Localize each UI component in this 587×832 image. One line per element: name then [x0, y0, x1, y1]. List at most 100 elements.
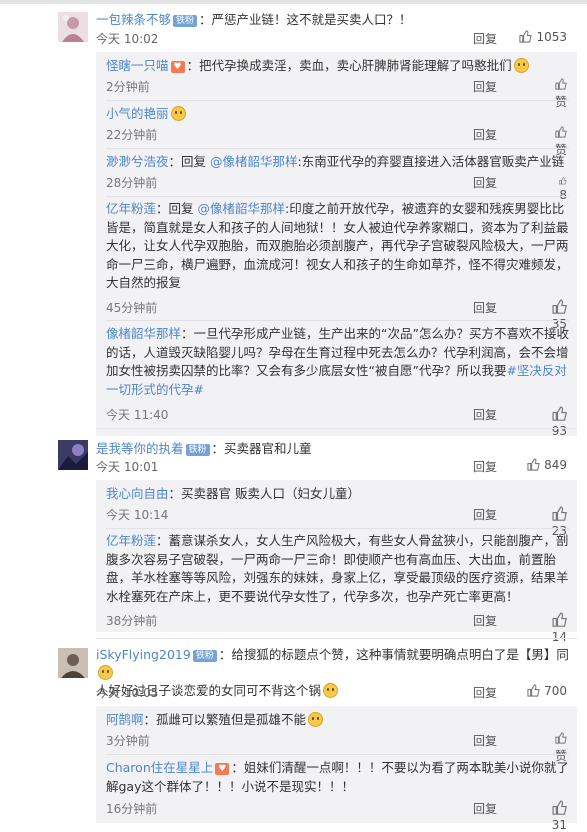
like-count: 31: [551, 818, 567, 832]
thumbs-up-icon: [552, 800, 567, 815]
reply-button[interactable]: 回复: [473, 458, 497, 475]
like-button[interactable]: 14: [552, 612, 567, 644]
reply-body: ：回复: [156, 201, 198, 216]
reply-text: 阿鹄啊：孤雌可以繁殖但是孤雄不能: [106, 711, 569, 730]
top-divider: [0, 0, 587, 4]
reply-button[interactable]: 回复: [473, 800, 497, 817]
reply-meta: 3分钟前 回复 赞: [106, 732, 577, 763]
timestamp: 今天 10:01: [96, 460, 159, 474]
reply-username[interactable]: 我心向自由: [106, 486, 169, 501]
reply-button[interactable]: 回复: [473, 78, 497, 95]
like-button[interactable]: 849: [527, 458, 567, 472]
mention-link[interactable]: @像楮韶华那样: [198, 201, 286, 216]
thumbs-up-icon: [555, 126, 567, 138]
timestamp: 45分钟前: [106, 301, 158, 315]
reply-body: ：把代孕换成卖淫，卖血，卖心肝脾肺肾能理解了吗憨批们: [186, 58, 512, 73]
reply-button[interactable]: 回复: [473, 126, 497, 143]
reply-body: ：买卖器官 贩卖人口（妇女儿童）: [168, 486, 360, 501]
reply-meta: 16分钟前 回复 31: [106, 800, 577, 832]
thumbs-up-icon: [552, 299, 567, 314]
reply-username[interactable]: 小气的艳丽: [106, 106, 169, 121]
reply-meta: 38分钟前 回复 14: [106, 612, 577, 644]
like-button[interactable]: 8: [559, 174, 567, 202]
reply-meta: 22分钟前 回复 赞: [106, 126, 577, 157]
avatar[interactable]: [58, 12, 88, 42]
thumbs-up-icon: [552, 506, 567, 521]
reply-body-cont: :东南亚代孕的弃婴直接进入活体器官贩卖产业链: [297, 154, 565, 169]
reply-button[interactable]: 回复: [473, 506, 497, 523]
reply-list: 怪瞎一只喵 ♥ ：把代孕换成卖淫，卖血，卖心肝脾肺肾能理解了吗憨批们 2分钟前 回复…: [96, 52, 577, 438]
avatar[interactable]: [58, 440, 88, 470]
reply-meta: 45分钟前 回复 35: [106, 299, 577, 331]
emoji-icon: [170, 106, 186, 121]
emoji-icon: [513, 58, 529, 73]
divider: [106, 100, 569, 101]
reply-list: 我心向自由：买卖器官 贩卖人口（妇女儿童） 今天 10:14 回复 23 亿年粉…: [96, 480, 577, 644]
timestamp: 今天 10:14: [106, 508, 169, 522]
reply-meta: 28分钟前 回复 8: [106, 174, 577, 202]
timestamp: 38分钟前: [106, 614, 158, 628]
reply-button[interactable]: 回复: [473, 406, 497, 423]
reply-body: ：蓄意谋杀女人，女人生产风险极大，有些女人骨盆狭小，只能剖腹产，剖腹多次容易子宫…: [106, 533, 569, 604]
divider: [106, 528, 569, 529]
timestamp: 16分钟前: [106, 802, 158, 816]
username[interactable]: 一包辣条不够: [96, 12, 171, 27]
comment-meta: 今天 10:01 回复 849: [96, 458, 577, 476]
divider: [106, 754, 569, 755]
like-button[interactable]: 1053: [519, 30, 567, 44]
fan-badge: 铁粉: [173, 15, 198, 27]
reply-list: 阿鹄啊：孤雌可以繁殖但是孤雄不能 3分钟前 回复 赞 Charon住在星星上 ♥：…: [96, 706, 577, 832]
reply-username[interactable]: 亿年粉莲: [106, 533, 156, 548]
divider: [106, 196, 569, 197]
divider: [106, 320, 569, 321]
comment-body: ：买卖器官和儿童: [211, 441, 312, 456]
comment-text: 是我等你的执着 铁粉 ：买卖器官和儿童: [96, 440, 577, 458]
like-button[interactable]: 31: [552, 800, 567, 832]
username[interactable]: iSkyFlying2019: [96, 647, 191, 662]
avatar[interactable]: [58, 648, 88, 678]
timestamp: 2分钟前: [106, 80, 150, 94]
comment-body: ：给搜狐的标题点个赞，这种事情就要明确点明白了是【男】同: [218, 647, 569, 662]
reply-text: 我心向自由：买卖器官 贩卖人口（妇女儿童）: [106, 485, 569, 504]
thumbs-up-icon: [527, 684, 540, 697]
reply-button[interactable]: 回复: [473, 299, 497, 316]
reply-button[interactable]: 回复: [473, 30, 497, 47]
like-count: 93: [551, 424, 567, 439]
reply-text: Charon住在星星上 ♥ ：姐妹们清醒一点啊！！！不要以为看了两本耽美小说你就了解…: [106, 759, 569, 796]
divider: [106, 148, 569, 149]
comment-meta: 今天 10:02 回复 1053: [96, 30, 577, 48]
reply-button[interactable]: 回复: [473, 732, 497, 749]
reply-username[interactable]: 像楮韶华那样: [106, 326, 181, 341]
timestamp: 今天 10:02: [96, 32, 159, 46]
thumbs-up-icon: [527, 458, 540, 471]
reply-text: 渺渺兮浩夜：回复 @像楮韶华那样:东南亚代孕的弃婴直接进入活体器官贩卖产业链: [106, 153, 569, 172]
flame-badge: ♥: [170, 61, 185, 73]
reply-username[interactable]: Charon住在星星上: [106, 760, 213, 775]
timestamp: 3分钟前: [106, 734, 150, 748]
reply-meta: 2分钟前 回复 赞: [106, 78, 577, 109]
comment-body: ：严惩产业链！这不就是买卖人口？！: [199, 12, 412, 27]
reply-button[interactable]: 回复: [473, 684, 497, 701]
reply-text: 像楮韶华那样：一旦代孕形成产业链，生产出来的“次品”怎么办？买方不喜欢不接收的话…: [106, 325, 569, 399]
like-button[interactable]: 700: [527, 684, 567, 698]
username[interactable]: 是我等你的执着: [96, 441, 184, 456]
reply-username[interactable]: 阿鹄啊: [106, 712, 144, 727]
reply-username[interactable]: 怪瞎一只喵: [106, 58, 169, 73]
mention-link[interactable]: @像楮韶华那样: [210, 154, 298, 169]
reply-button[interactable]: 回复: [473, 612, 497, 629]
timestamp: 22分钟前: [106, 128, 158, 142]
reply-text: 亿年粉莲：回复 @像楮韶华那样:印度之前开放代孕，被遗弃的女婴和残疾男婴比比皆是…: [106, 200, 569, 293]
reply-username[interactable]: 渺渺兮浩夜: [106, 154, 169, 169]
reply-button[interactable]: 回复: [473, 174, 497, 191]
reply-meta: 今天 11:40 回复 93: [106, 406, 577, 438]
emoji-icon: [308, 712, 324, 727]
thumbs-up-icon: [555, 732, 567, 744]
reply-username[interactable]: 亿年粉莲: [106, 201, 156, 216]
fan-badge: 铁粉: [185, 444, 210, 456]
emoji-icon: [98, 665, 113, 680]
like-button[interactable]: 93: [552, 406, 567, 438]
comment-divider: [96, 428, 577, 429]
thumbs-up-icon: [552, 612, 567, 627]
reply-text: 怪瞎一只喵 ♥ ：把代孕换成卖淫，卖血，卖心肝脾肺肾能理解了吗憨批们: [106, 57, 569, 76]
reply-text: 亿年粉莲：蓄意谋杀女人，女人生产风险极大，有些女人骨盆狭小，只能剖腹产，剖腹多次…: [106, 532, 569, 606]
